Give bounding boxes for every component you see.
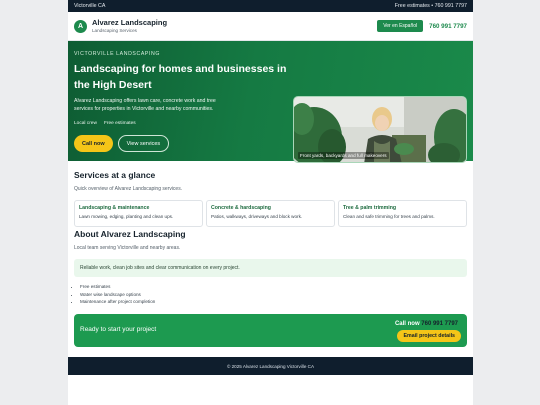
services-heading: Services at a glance Quick overview of A… <box>74 170 467 192</box>
brand-tagline: Landscaping Services <box>92 28 137 33</box>
service-card-desc: Clean and safe trimming for trees and pa… <box>343 214 435 219</box>
chip-free-estimates: Free estimates <box>103 121 136 126</box>
service-card-title: Tree & palm trimming <box>343 205 397 211</box>
hero-chips: Local crew Free estimates <box>74 121 143 126</box>
about-subtitle: Local team serving Victorville and nearb… <box>74 245 181 251</box>
hero-description: Alvarez Landscaping offers lawn care, co… <box>74 98 216 112</box>
about-title: About Alvarez Landscaping <box>74 229 186 239</box>
about-bullets: Free estimates Water wise landscape opti… <box>80 283 155 306</box>
service-card-title: Landscaping & maintenance <box>79 205 150 211</box>
email-project-button[interactable]: Email project details <box>397 330 461 342</box>
hero-eyebrow: VICTORVILLE LANDSCAPING <box>74 51 160 57</box>
call-now-button[interactable]: Call now <box>74 135 113 152</box>
list-item: Maintenance after project completion <box>80 298 155 306</box>
service-card-landscaping[interactable]: Landscaping & maintenance Lawn mowing, e… <box>74 200 203 227</box>
top-bar-location: Victorville CA <box>74 3 106 9</box>
site-header: A Alvarez Landscaping Landscaping Servic… <box>68 12 473 41</box>
hero-photo-caption: Front yards, backyards and full makeover… <box>298 152 389 159</box>
cta-call-label: Call now <box>394 321 420 327</box>
site-footer: © 2025 Alvarez Landscaping Victorville C… <box>68 357 473 375</box>
brand-name: Alvarez Landscaping <box>92 18 168 27</box>
about-heading: About Alvarez Landscaping Local team ser… <box>74 229 467 251</box>
service-card-desc: Lawn mowing, edging, planting and clean … <box>79 214 174 219</box>
hero-photo: Front yards, backyards and full makeover… <box>293 96 467 163</box>
services-subtitle: Quick overview of Alvarez Landscaping se… <box>74 186 183 192</box>
services-title: Services at a glance <box>74 170 156 180</box>
cta-text: Ready to start your project <box>80 326 157 333</box>
language-button[interactable]: Ver en Español <box>377 20 424 32</box>
chip-local-crew: Local crew <box>74 121 97 126</box>
list-item: Free estimates <box>80 283 155 291</box>
view-services-button[interactable]: View services <box>117 135 170 152</box>
service-card-trees[interactable]: Tree & palm trimming Clean and safe trim… <box>338 200 467 227</box>
service-card-title: Concrete & hardscaping <box>211 205 271 211</box>
page: Victorville CA Free estimates • 760 991 … <box>68 0 473 405</box>
service-card-concrete[interactable]: Concrete & hardscaping Patios, walkways,… <box>206 200 335 227</box>
hero-section: VICTORVILLE LANDSCAPING Landscaping for … <box>68 41 473 163</box>
logo-icon: A <box>74 19 87 33</box>
service-cards: Landscaping & maintenance Lawn mowing, e… <box>74 200 467 227</box>
hero-title: Landscaping for homes and businesses in … <box>74 63 287 91</box>
header-phone-link[interactable]: 760 991 7797 <box>429 23 467 30</box>
about-callout: Reliable work, clean job sites and clear… <box>74 259 467 277</box>
footer-copyright: © 2025 Alvarez Landscaping Victorville C… <box>226 363 315 369</box>
list-item: Water wise landscape options <box>80 291 155 299</box>
brand[interactable]: A Alvarez Landscaping Landscaping Servic… <box>74 18 167 34</box>
top-bar-info: Free estimates • 760 991 7797 <box>394 3 467 9</box>
cta-phone-number: 760 991 7797 <box>421 321 458 327</box>
top-bar: Victorville CA Free estimates • 760 991 … <box>68 0 473 12</box>
cta-banner: Ready to start your project Call now 760… <box>74 314 467 347</box>
service-card-desc: Patios, walkways, driveways and block wo… <box>211 214 303 219</box>
cta-phone-link[interactable]: Call now 760 991 7797 <box>395 321 458 327</box>
